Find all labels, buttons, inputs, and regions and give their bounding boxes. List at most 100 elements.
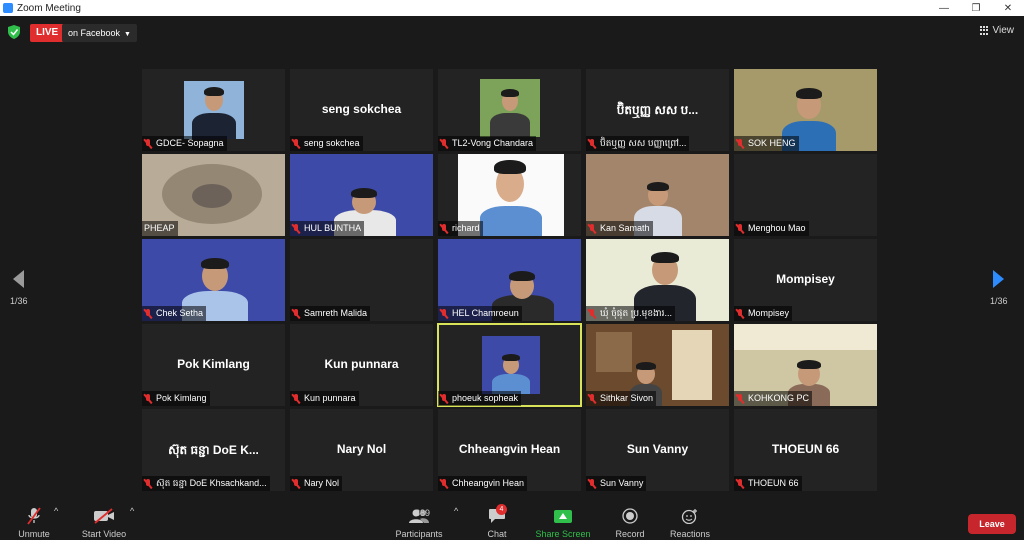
participant-name: Chek Setha: [156, 308, 204, 318]
video-tile[interactable]: GDCE- Sopagna: [142, 69, 285, 151]
participant-name: seng sokchea: [304, 138, 360, 148]
live-destination-dropdown[interactable]: on Facebook ▼: [62, 24, 137, 42]
participant-figure: [476, 154, 546, 236]
participant-label: HUL BUNTHA: [290, 221, 365, 236]
unmute-button[interactable]: Unmute: [14, 506, 54, 539]
participant-name: Sithkar Sivon: [600, 393, 654, 403]
start-video-label: Start Video: [81, 529, 127, 539]
video-tile[interactable]: HEL Chamroeun: [438, 239, 581, 321]
participants-icon: 889: [393, 506, 445, 526]
chat-button[interactable]: 4 Chat: [480, 504, 514, 539]
mic-muted-icon: [14, 506, 54, 526]
video-tile[interactable]: Samreth Malida: [290, 239, 433, 321]
mic-muted-icon: [736, 393, 744, 404]
participant-name: ស៊ុត ធន្ជា DoE Khsachkand...: [156, 478, 267, 488]
mic-muted-icon: [736, 138, 744, 149]
share-screen-button[interactable]: Share Screen: [534, 506, 592, 539]
reactions-button[interactable]: Reactions: [666, 506, 714, 539]
participant-name: GDCE- Sopagna: [156, 138, 224, 148]
participant-label: Kun punnara: [290, 391, 359, 406]
participant-label: KOHKONG PC: [734, 391, 813, 406]
mic-muted-icon: [440, 223, 448, 234]
video-tile[interactable]: SOK HENG: [734, 69, 877, 151]
video-tile[interactable]: Mompisey Mompisey: [734, 239, 877, 321]
participant-figure: [480, 79, 540, 137]
video-tile[interactable]: Chheangvin Hean Chheangvin Hean: [438, 409, 581, 491]
participant-label: seng sokchea: [290, 136, 363, 151]
participants-label: Participants: [395, 529, 443, 539]
video-tile[interactable]: PHEAP: [142, 154, 285, 236]
participants-button[interactable]: 889 Participants: [393, 506, 445, 539]
video-tile[interactable]: Nary Nol Nary Nol: [290, 409, 433, 491]
participant-figure: [184, 81, 244, 139]
video-tile[interactable]: seng sokchea seng sokchea: [290, 69, 433, 151]
participant-video: [184, 81, 244, 139]
next-page-button[interactable]: 1/36: [990, 270, 1008, 306]
mic-muted-icon: [292, 223, 300, 234]
active-speaker-tile[interactable]: phoeuk sopheak: [437, 323, 582, 407]
video-tile[interactable]: Pok Kimlang Pok Kimlang: [142, 324, 285, 406]
audio-options-chevron-icon[interactable]: ^: [54, 506, 58, 516]
start-video-button[interactable]: Start Video: [78, 506, 130, 539]
mic-muted-icon: [588, 138, 596, 149]
video-off-icon: [78, 506, 130, 526]
smiley-add-icon: [666, 506, 714, 526]
video-tile[interactable]: richard: [438, 154, 581, 236]
participant-name: HEL Chamroeun: [452, 308, 519, 318]
video-tile[interactable]: Sun Vanny Sun Vanny: [586, 409, 729, 491]
participant-display-name: Sun Vanny: [626, 442, 689, 456]
participant-label: phoeuk sopheak: [438, 391, 522, 406]
meeting-top-bar: LIVE on Facebook ▼ View: [0, 16, 1024, 48]
video-tile[interactable]: ប៊ិតឬញ្ញ សស ប... ប៊ិតឬញ្ញ សស បញ្ញាព្រៅ..…: [586, 69, 729, 151]
video-tile[interactable]: Kun punnara Kun punnara: [290, 324, 433, 406]
participant-display-name: ស៊ុត ធន្ជា DoE K...: [168, 443, 259, 457]
video-tile[interactable]: Kan Samath: [586, 154, 729, 236]
close-icon[interactable]: ✕: [992, 0, 1024, 16]
participant-display-name: Mompisey: [776, 272, 835, 286]
video-tile[interactable]: Sithkar Sivon: [586, 324, 729, 406]
video-tile[interactable]: THOEUN 66 THOEUN 66: [734, 409, 877, 491]
participants-options-chevron-icon[interactable]: ^: [454, 506, 458, 516]
participant-name: Samreth Malida: [304, 308, 368, 318]
participant-name: Kan Samath: [600, 223, 650, 233]
participant-label: ស៊ុត ធន្ជា DoE Khsachkand...: [142, 476, 270, 491]
participant-label: Menghou Mao: [734, 221, 809, 236]
video-tile[interactable]: ស៊ុត ធន្ជា DoE K... ស៊ុត ធន្ជា DoE Khsac…: [142, 409, 285, 491]
participant-display-name: seng sokchea: [321, 102, 402, 116]
video-tile[interactable]: KOHKONG PC: [734, 324, 877, 406]
participant-name: Chheangvin Hean: [452, 478, 525, 488]
record-icon: [610, 506, 650, 526]
record-button[interactable]: Record: [610, 506, 650, 539]
participant-name: Nary Nol: [304, 478, 340, 488]
restore-icon[interactable]: ❐: [960, 0, 992, 16]
video-tile[interactable]: ឃុំ ចុំផុត ប្រ.មុខងារ...: [586, 239, 729, 321]
mic-muted-icon: [292, 308, 300, 319]
mic-muted-icon: [440, 478, 448, 489]
previous-page-button[interactable]: 1/36: [10, 270, 28, 306]
video-tile[interactable]: Menghou Mao: [734, 154, 877, 236]
participant-name: Pok Kimlang: [156, 393, 207, 403]
participant-label: TL2-Vong Chandara: [438, 136, 537, 151]
video-tile[interactable]: HUL BUNTHA: [290, 154, 433, 236]
video-tile[interactable]: TL2-Vong Chandara: [438, 69, 581, 151]
security-shield-icon[interactable]: [8, 25, 20, 39]
video-tile[interactable]: Chek Setha: [142, 239, 285, 321]
participant-label: GDCE- Sopagna: [142, 136, 227, 151]
participant-label: SOK HENG: [734, 136, 799, 151]
minimize-icon[interactable]: —: [928, 0, 960, 16]
mic-muted-icon: [144, 308, 152, 319]
participant-name: phoeuk sopheak: [452, 393, 519, 403]
live-badge[interactable]: LIVE: [30, 24, 65, 42]
mic-muted-icon: [588, 223, 596, 234]
participant-name: Menghou Mao: [748, 223, 806, 233]
view-button[interactable]: View: [979, 25, 1014, 36]
arrow-right-icon: [993, 270, 1005, 288]
chat-label: Chat: [487, 529, 507, 539]
video-options-chevron-icon[interactable]: ^: [130, 506, 134, 516]
share-screen-label: Share Screen: [535, 529, 591, 539]
leave-button[interactable]: Leave: [968, 514, 1016, 534]
window-controls: — ❐ ✕: [928, 0, 1024, 16]
participant-name: PHEAP: [144, 223, 175, 233]
participant-name: TL2-Vong Chandara: [452, 138, 534, 148]
mic-muted-icon: [292, 393, 300, 404]
